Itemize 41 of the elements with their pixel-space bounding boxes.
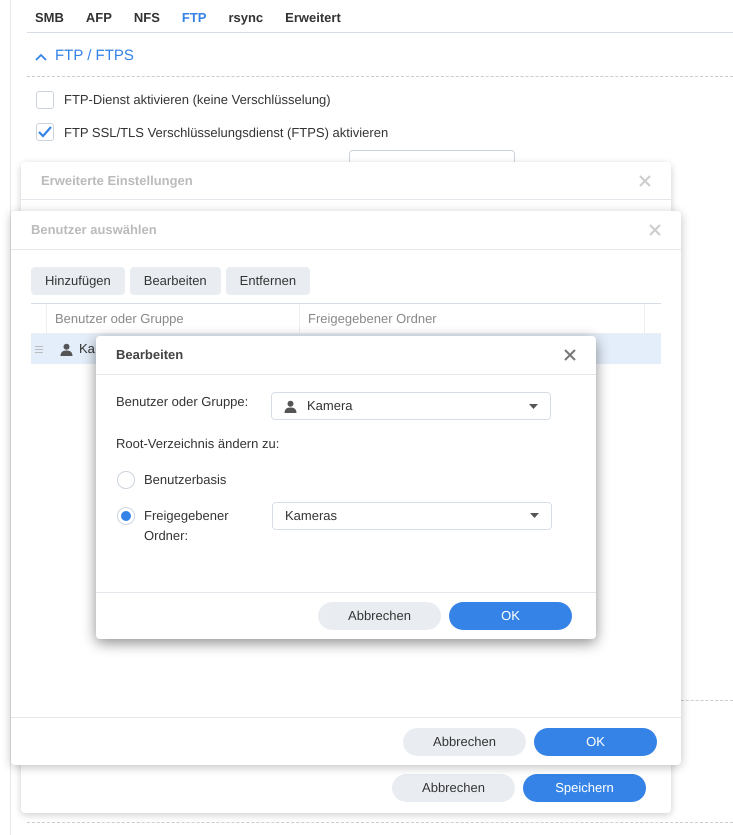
drag-handle-icon[interactable] (35, 346, 43, 352)
tab[interactable]: rsync (228, 8, 264, 28)
toolbar-button[interactable]: Bearbeiten (130, 267, 221, 295)
user-icon (60, 342, 73, 356)
radio-label: Freigegebener Ordner: (144, 506, 230, 544)
column-header[interactable]: Freigegebener Ordner (300, 304, 645, 333)
caret-icon (530, 513, 539, 518)
tab[interactable]: AFP (86, 8, 112, 28)
table-cell-text: Ka (79, 340, 95, 358)
toolbar-button[interactable]: Hinzufügen (31, 267, 125, 295)
checkbox-label: FTP-Dienst aktivieren (keine Verschlüsselung) (64, 91, 331, 109)
column-header[interactable]: Benutzer oder Gruppe (47, 304, 300, 333)
radio-label: Benutzerbasis (144, 470, 228, 488)
radio-button[interactable] (117, 506, 135, 524)
tab[interactable]: FTP (182, 8, 206, 28)
folder-dropdown[interactable]: Kameras (272, 502, 552, 530)
field-label: Benutzer oder Gruppe: (116, 393, 250, 411)
checkbox[interactable] (36, 90, 54, 109)
close-icon[interactable] (564, 349, 576, 361)
ok-button[interactable]: Speichern (523, 774, 646, 802)
dialog-title: Erweiterte Einstellungen (41, 172, 193, 190)
ok-button[interactable]: OK (534, 728, 657, 756)
user-icon (284, 400, 297, 412)
toolbar-button[interactable]: Entfernen (226, 267, 310, 295)
cancel-button[interactable]: Abbrechen (318, 602, 441, 630)
tab[interactable]: Erweitert (285, 8, 341, 28)
tab[interactable]: SMB (35, 8, 64, 28)
caret-icon (529, 404, 538, 408)
tab[interactable]: NFS (134, 8, 160, 28)
user-dropdown[interactable]: Kamera (271, 392, 551, 420)
section-title: FTP / FTPS (55, 46, 134, 66)
field-label: Root-Verzeichnis ändern zu: (115, 435, 280, 453)
checkbox[interactable] (36, 123, 54, 142)
cancel-button[interactable]: Abbrechen (392, 774, 515, 802)
chevron-icon[interactable] (35, 52, 47, 60)
dialog-title: Bearbeiten (116, 346, 184, 364)
radio-button[interactable] (117, 470, 135, 488)
ok-button[interactable]: OK (449, 602, 572, 630)
checkbox-label: FTP SSL/TLS Verschlüsselungsdienst (FTPS) aktivieren (64, 124, 388, 142)
dialog-title: Benutzer auswählen (31, 221, 157, 240)
cancel-button[interactable]: Abbrechen (403, 728, 526, 756)
